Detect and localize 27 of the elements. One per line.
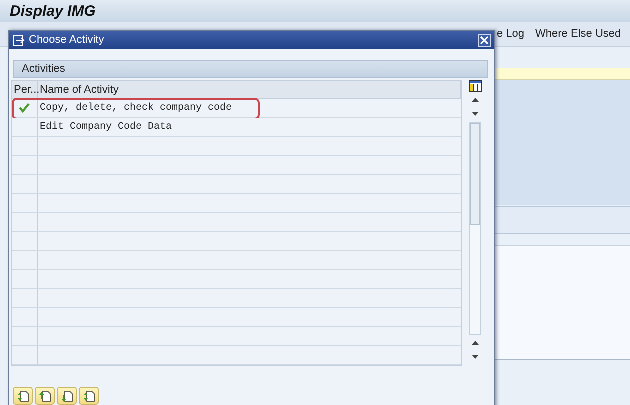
toolbar-item[interactable]: Where Else Used [536, 28, 622, 40]
column-layout-icon[interactable] [468, 80, 482, 92]
document-arrow-icon [60, 390, 74, 402]
document-arrow-icon [82, 390, 96, 402]
triangle-down-icon [472, 355, 478, 359]
document-arrow-button[interactable] [13, 387, 33, 405]
document-arrow-button[interactable] [35, 387, 55, 405]
triangle-up-icon [472, 98, 478, 102]
table-cell: Edit Company Code Data [40, 122, 172, 132]
column-header[interactable]: Name of Activity [38, 81, 461, 98]
panel-title: Activities [22, 63, 66, 75]
window-icon [13, 34, 25, 46]
document-arrow-icon [16, 390, 30, 402]
document-arrow-icon [38, 390, 52, 402]
table-row[interactable]: Edit Company Code Data [12, 118, 461, 137]
dialog-title: Choose Activity [29, 34, 104, 46]
close-button[interactable] [478, 34, 491, 46]
window-title: Display IMG [10, 2, 96, 20]
table-row[interactable]: Copy, delete, check company code [12, 99, 461, 118]
table-cell: Copy, delete, check company code [40, 102, 232, 114]
column-header[interactable]: Per... [12, 81, 38, 98]
document-arrow-button[interactable] [57, 387, 77, 405]
triangle-up-icon [472, 341, 478, 345]
toolbar-item[interactable]: e Log [497, 28, 525, 40]
scrollbar-thumb[interactable] [470, 123, 480, 225]
document-arrow-button[interactable] [79, 387, 99, 405]
triangle-down-icon [472, 112, 478, 116]
